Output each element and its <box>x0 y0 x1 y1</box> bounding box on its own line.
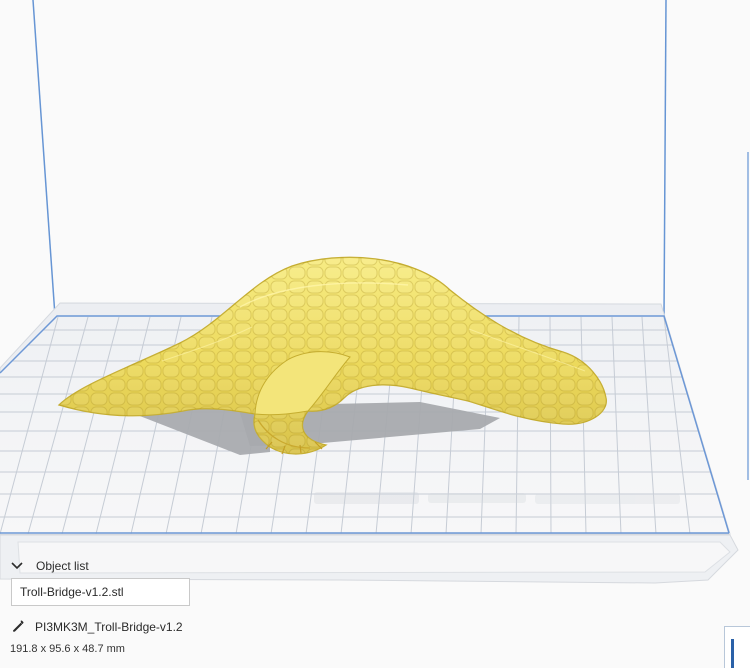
corner-panel-accent <box>731 639 734 668</box>
object-list-title: Object list <box>36 559 89 573</box>
chevron-down-icon[interactable] <box>10 559 24 573</box>
object-list-item[interactable]: Troll-Bridge-v1.2.stl <box>11 578 190 606</box>
object-list-panel: Object list Troll-Bridge-v1.2.stl PI3MK3… <box>0 553 250 668</box>
corner-panel-edge[interactable] <box>724 626 750 668</box>
job-name[interactable]: PI3MK3M_Troll-Bridge-v1.2 <box>35 620 183 634</box>
pencil-icon[interactable] <box>10 619 25 634</box>
object-file-name: Troll-Bridge-v1.2.stl <box>20 585 124 599</box>
model-dimensions: 191.8 x 95.6 x 48.7 mm <box>10 643 125 655</box>
3d-viewport[interactable]: Object list Troll-Bridge-v1.2.stl PI3MK3… <box>0 0 750 668</box>
object-list-header[interactable]: Object list <box>10 559 89 573</box>
job-name-row: PI3MK3M_Troll-Bridge-v1.2 <box>10 619 183 634</box>
